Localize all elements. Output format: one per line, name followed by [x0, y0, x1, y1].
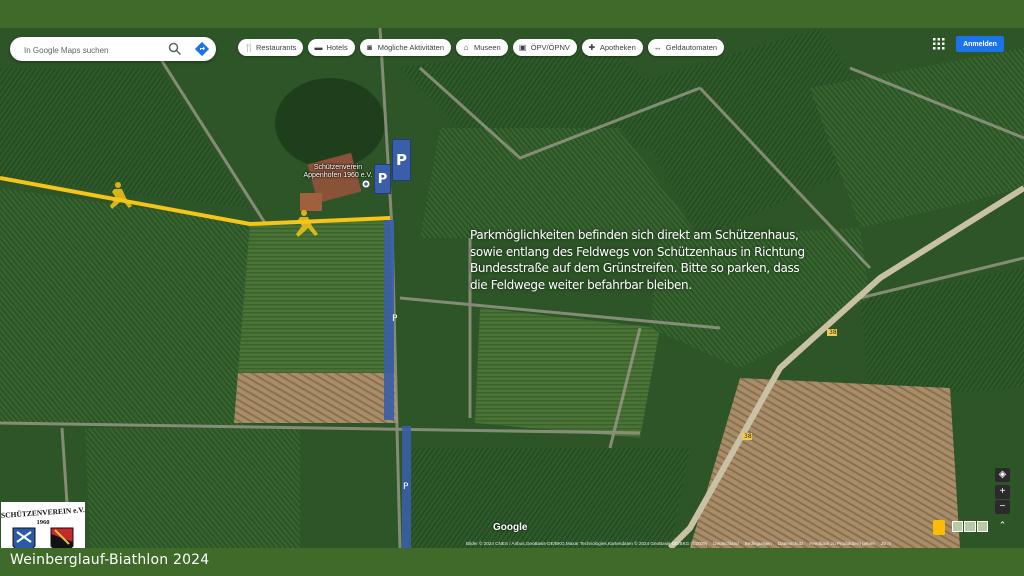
chip-label: Museen	[474, 43, 501, 52]
bed-icon: ▬	[314, 42, 323, 52]
pegman-icon[interactable]	[933, 520, 945, 535]
place-label[interactable]: Schützenverein Appenhofen 1960 e.V.	[298, 164, 378, 180]
apps-grid-icon[interactable]	[933, 38, 945, 50]
directions-icon[interactable]	[194, 41, 210, 57]
compass-icon[interactable]: ◈	[995, 468, 1010, 482]
country-link[interactable]: Deutschland	[713, 541, 739, 546]
scale-bar: 20 m	[880, 540, 892, 546]
chip-label: ÖPV/ÖPNV	[530, 43, 570, 52]
chip-label: Geldautomaten	[665, 43, 718, 52]
zoom-out-button[interactable]: −	[995, 500, 1010, 514]
parking-lane-label: P	[403, 482, 409, 492]
search-input[interactable]	[22, 41, 166, 59]
top-frame	[0, 0, 1024, 28]
atm-icon: ↔	[653, 42, 662, 52]
parking-sign: P	[392, 139, 411, 181]
imagery-credit: Bilder © 2024 CNES / Airbus,GeoBasis-DE/…	[466, 540, 708, 546]
search-icon[interactable]	[168, 42, 182, 56]
chip-museums[interactable]: ⌂ Museen	[456, 39, 508, 56]
pharmacy-icon: ✚	[588, 42, 596, 52]
chip-atm[interactable]: ↔ Geldautomaten	[647, 39, 725, 56]
expand-icon[interactable]: ⌃	[995, 520, 1010, 534]
sign-in-button[interactable]: Anmelden	[956, 36, 1004, 52]
terms-link[interactable]: Bedingungen	[745, 541, 772, 546]
chip-restaurants[interactable]: 🍴 Restaurants	[238, 39, 304, 56]
chip-label: Hotels	[326, 43, 348, 52]
museum-icon: ⌂	[463, 42, 469, 52]
chip-label: Mögliche Aktivitäten	[377, 43, 444, 52]
map-attribution: Bilder © 2024 CNES / Airbus,GeoBasis-DE/…	[466, 538, 1024, 548]
svg-text:1960: 1960	[37, 519, 50, 526]
club-logo: SCHÜTZENVEREIN e.V. 1960 APPENHOFEN	[1, 502, 85, 548]
category-chips: 🍴 Restaurants ▬ Hotels ◙ Mögliche Aktivität…	[238, 39, 725, 57]
chip-pharmacies[interactable]: ✚ Apotheken	[581, 39, 643, 56]
camera-icon: ◙	[367, 42, 373, 52]
parking-sign: P	[374, 164, 391, 194]
google-logo: Google	[493, 522, 528, 533]
chip-label: Restaurants	[256, 43, 297, 52]
search-box[interactable]	[10, 37, 216, 61]
chip-label: Apotheken	[599, 43, 636, 52]
privacy-link[interactable]: Datenschutz	[778, 541, 804, 546]
chip-activities[interactable]: ◙ Mögliche Aktivitäten	[359, 39, 451, 56]
place-pin-icon[interactable]	[362, 180, 370, 188]
chip-hotels[interactable]: ▬ Hotels	[308, 39, 355, 56]
slide-footer-title: Weinberglauf-Biathlon 2024	[10, 552, 210, 568]
zoom-in-button[interactable]: +	[995, 485, 1010, 499]
road-number-label: 38	[744, 433, 752, 440]
parking-info-text: Parkmöglichkeiten befinden sich direkt a…	[470, 228, 805, 292]
road-number-label: 38	[829, 329, 837, 336]
layer-thumbnails[interactable]	[952, 521, 988, 532]
feedback-link[interactable]: Feedback zu Produkt(en) geben	[809, 541, 875, 546]
parking-lane-label: P	[392, 314, 398, 324]
satellite-map[interactable]: 🍴Restaurants ▬Hotels ◙ Mögliche Aktivität…	[0, 28, 1024, 548]
chip-transit[interactable]: ▣ ÖPV/ÖPNV	[512, 39, 577, 56]
transit-icon: ▣	[518, 42, 527, 52]
fork-knife-icon: 🍴	[244, 42, 254, 52]
